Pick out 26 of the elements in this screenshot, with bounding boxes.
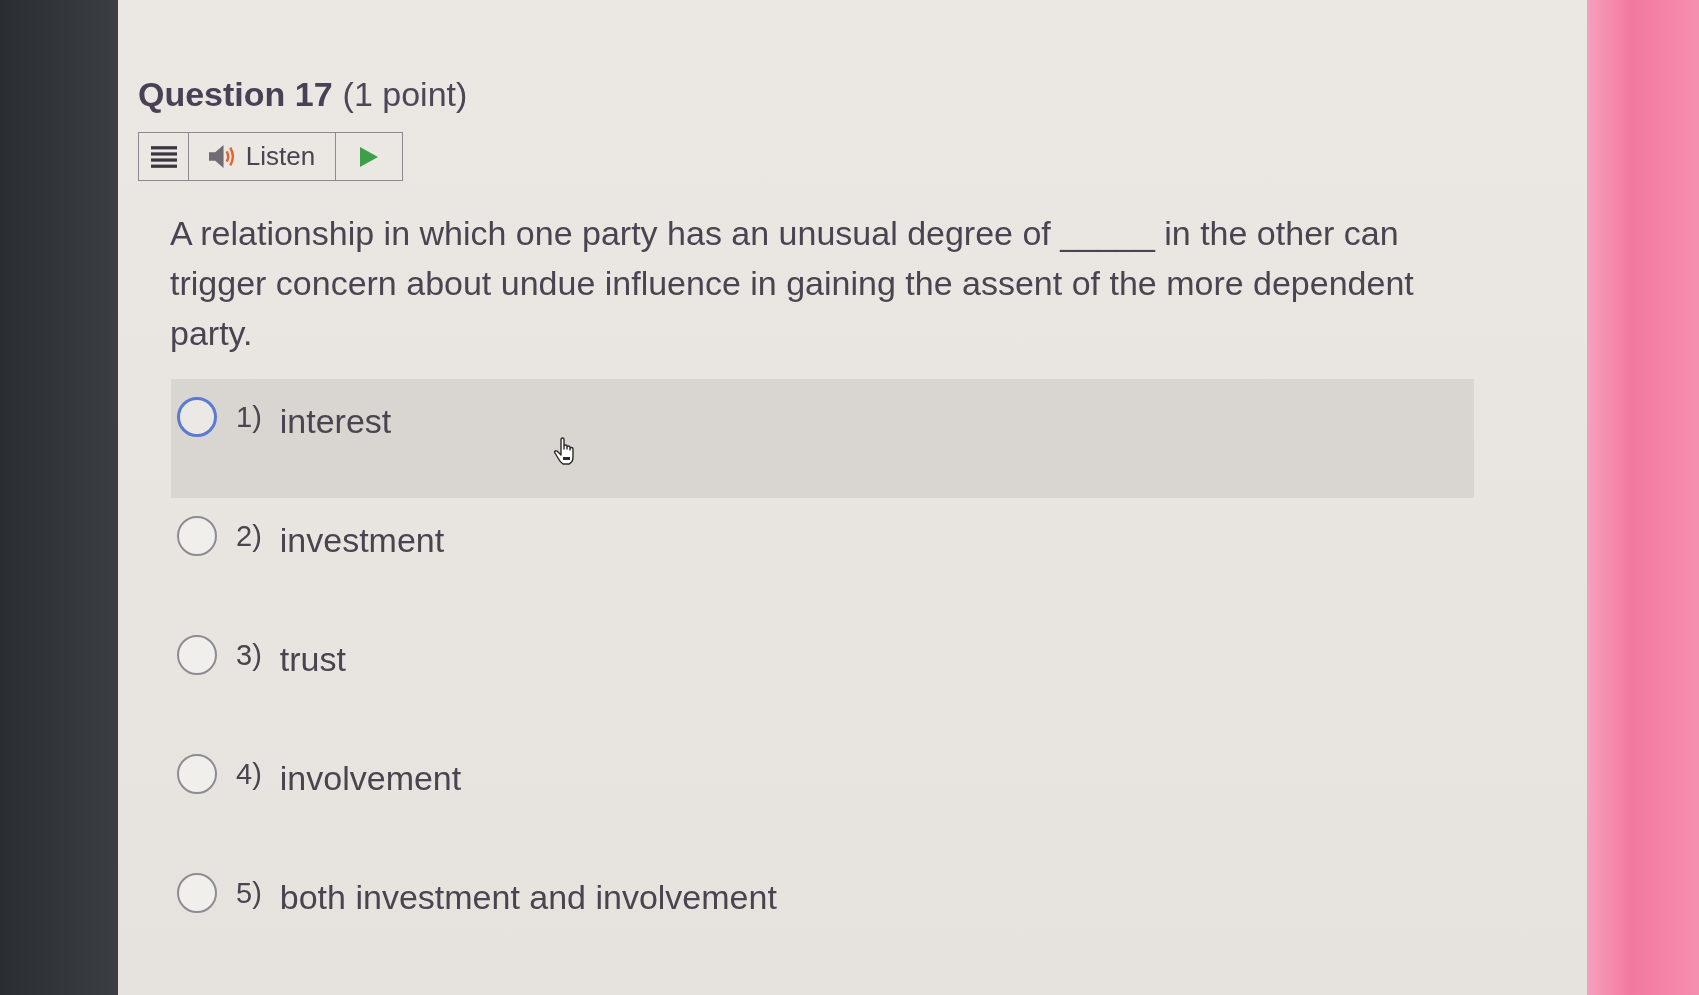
play-icon <box>360 146 378 167</box>
option-number: 2) <box>236 519 262 554</box>
question-points: (1 point) <box>342 74 468 115</box>
question-text: A relationship in which one party has an unusual degree of _____ in the other can trigger concern about undue influence in gaining the assent of the more dependent party. <box>170 213 1415 354</box>
radio-button[interactable] <box>177 754 217 794</box>
option-number: 4) <box>236 757 262 792</box>
radio-button[interactable] <box>177 516 217 556</box>
answer-option[interactable]: 4) involvement <box>171 736 1474 855</box>
menu-icon <box>150 145 177 168</box>
option-number: 5) <box>236 876 262 911</box>
option-label: both investment and involvement <box>279 877 777 918</box>
option-label: trust <box>279 639 346 680</box>
speaker-icon <box>208 144 236 169</box>
radio-button[interactable] <box>177 397 217 437</box>
answer-option[interactable]: 2) investment <box>171 498 1474 617</box>
option-number: 1) <box>236 400 262 435</box>
radio-button[interactable] <box>177 873 217 913</box>
radio-button[interactable] <box>177 635 217 675</box>
option-number: 3) <box>236 638 262 673</box>
option-label: interest <box>279 401 392 442</box>
option-label: investment <box>279 520 445 561</box>
answer-option[interactable]: 5) both investment and involvement <box>171 855 1474 974</box>
option-label: involvement <box>279 758 462 799</box>
answer-option[interactable]: 1) interest <box>171 379 1474 498</box>
answer-option[interactable]: 3) trust <box>171 617 1474 736</box>
question-title: Question 17 <box>138 74 333 115</box>
